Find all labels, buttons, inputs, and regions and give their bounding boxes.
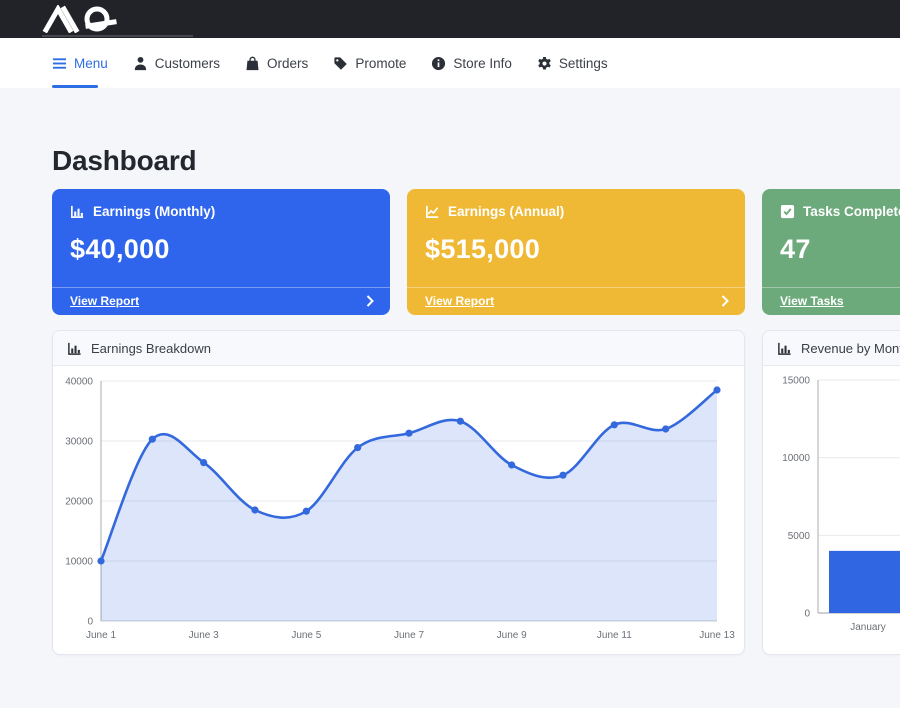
bar-chart-icon <box>70 204 85 219</box>
stat-title: Earnings (Monthly) <box>93 204 215 219</box>
nav-item-settings[interactable]: Settings <box>537 56 608 71</box>
bag-icon <box>245 56 260 71</box>
svg-text:June 11: June 11 <box>597 630 632 641</box>
stat-value: 47 <box>780 234 900 265</box>
svg-text:0: 0 <box>87 617 93 628</box>
hamburger-icon <box>52 56 67 71</box>
stat-cards-row: Earnings (Monthly) $40,000 View Report E… <box>52 189 900 315</box>
charts-row: Earnings Breakdown 0 10000 20000 30000 40000… <box>52 330 900 655</box>
stat-card-title-row: Tasks Completed <box>780 204 900 219</box>
page-content: Dashboard Earnings (Monthly) $40,000 Vie… <box>0 145 900 655</box>
svg-text:June 13: June 13 <box>699 630 735 641</box>
view-report-link[interactable]: View Report <box>70 294 139 308</box>
chart-card-header: Earnings Breakdown <box>53 331 744 366</box>
svg-text:June 1: June 1 <box>86 630 116 641</box>
brand-logo[interactable] <box>42 5 137 33</box>
chevron-right-icon <box>366 295 374 307</box>
stat-card-earnings-monthly: Earnings (Monthly) $40,000 View Report <box>52 189 390 315</box>
nav-item-promote[interactable]: Promote <box>333 56 406 71</box>
svg-text:June 9: June 9 <box>497 630 527 641</box>
info-icon <box>431 56 446 71</box>
svg-text:June 7: June 7 <box>394 630 424 641</box>
chart-title: Earnings Breakdown <box>91 341 211 356</box>
person-icon <box>133 56 148 71</box>
nav-item-orders[interactable]: Orders <box>245 56 308 71</box>
nav-item-menu[interactable]: Menu <box>52 56 108 71</box>
nav-label: Store Info <box>453 56 512 71</box>
bar-chart-icon <box>67 341 82 356</box>
stat-value: $515,000 <box>425 234 727 265</box>
stat-value: $40,000 <box>70 234 372 265</box>
page-title: Dashboard <box>52 145 900 177</box>
tag-icon <box>333 56 348 71</box>
svg-text:15000: 15000 <box>782 376 810 387</box>
svg-text:June 3: June 3 <box>189 630 219 641</box>
stat-card-body: Earnings (Monthly) $40,000 <box>52 189 390 265</box>
svg-text:5000: 5000 <box>788 531 811 542</box>
svg-text:40000: 40000 <box>65 377 93 388</box>
stat-card-footer[interactable]: View Tasks <box>762 287 900 315</box>
svg-text:20000: 20000 <box>65 497 93 508</box>
svg-text:January: January <box>850 622 886 633</box>
svg-text:June 5: June 5 <box>291 630 321 641</box>
nav-item-customers[interactable]: Customers <box>133 56 220 71</box>
earnings-breakdown-card: Earnings Breakdown 0 10000 20000 30000 40000… <box>52 330 745 655</box>
stat-title: Earnings (Annual) <box>448 204 564 219</box>
stat-card-tasks-completed: Tasks Completed 47 View Tasks <box>762 189 900 315</box>
line-chart-icon <box>425 204 440 219</box>
nav-label: Menu <box>74 56 108 71</box>
chart-title: Revenue by Month <box>801 341 900 356</box>
logo-underline <box>42 35 193 37</box>
main-navbar: Menu Customers Orders Promote Store Info… <box>0 38 900 88</box>
check-square-icon <box>780 204 795 219</box>
stat-title: Tasks Completed <box>803 204 900 219</box>
stat-card-body: Tasks Completed 47 <box>762 189 900 265</box>
svg-text:10000: 10000 <box>65 557 93 568</box>
view-report-link[interactable]: View Report <box>425 294 494 308</box>
nav-label: Customers <box>155 56 220 71</box>
revenue-bar-chart[interactable]: 0 5000 10000 15000 January <box>763 366 900 655</box>
svg-text:0: 0 <box>804 609 810 620</box>
view-tasks-link[interactable]: View Tasks <box>780 294 844 308</box>
svg-text:30000: 30000 <box>65 437 93 448</box>
nav-label: Orders <box>267 56 308 71</box>
stat-card-footer[interactable]: View Report <box>407 287 745 315</box>
stat-card-title-row: Earnings (Annual) <box>425 204 727 219</box>
stat-card-title-row: Earnings (Monthly) <box>70 204 372 219</box>
chart-card-header: Revenue by Month <box>763 331 900 366</box>
gear-icon <box>537 56 552 71</box>
active-tab-indicator <box>52 85 98 88</box>
nav-label: Settings <box>559 56 608 71</box>
nav-item-store-info[interactable]: Store Info <box>431 56 512 71</box>
nav-label: Promote <box>355 56 406 71</box>
bar-chart-icon <box>777 341 792 356</box>
stat-card-earnings-annual: Earnings (Annual) $515,000 View Report <box>407 189 745 315</box>
top-app-bar <box>0 0 900 38</box>
svg-text:10000: 10000 <box>782 453 810 464</box>
chevron-right-icon <box>721 295 729 307</box>
earnings-line-chart[interactable]: 0 10000 20000 30000 40000 June 1 June 3 June 5 J… <box>53 366 744 655</box>
stat-card-footer[interactable]: View Report <box>52 287 390 315</box>
revenue-by-month-card: Revenue by Month 0 5000 10000 15000 January <box>762 330 900 655</box>
stat-card-body: Earnings (Annual) $515,000 <box>407 189 745 265</box>
